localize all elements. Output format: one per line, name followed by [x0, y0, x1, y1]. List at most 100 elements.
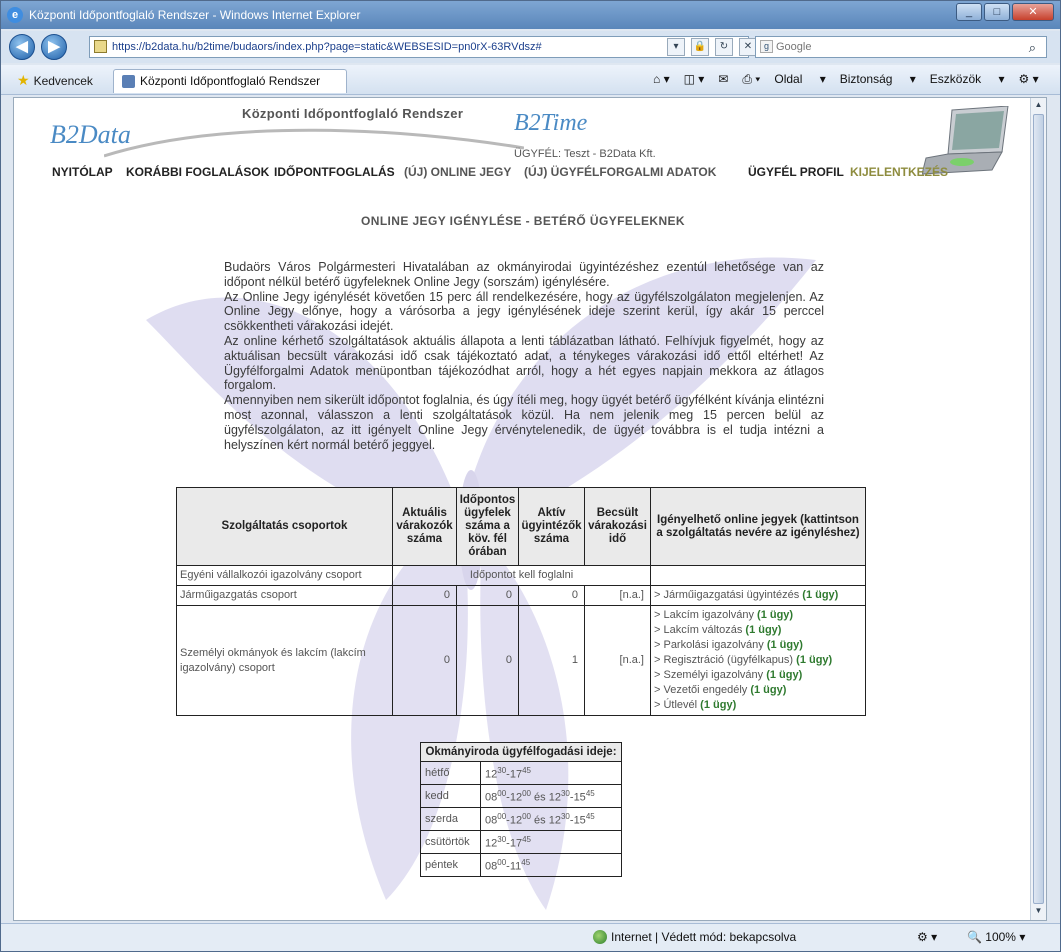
dropdown-arrow-icon[interactable]: ▾ — [667, 38, 685, 56]
lock-icon[interactable]: 🔒 — [691, 38, 709, 56]
page-title: ONLINE JEGY IGÉNYLÉSE - BETÉRŐ ÜGYFELEKN… — [361, 214, 685, 228]
mail-icon[interactable]: ✉ — [718, 72, 728, 87]
star-icon: ★ — [17, 72, 30, 88]
nav-history[interactable]: KORÁBBI FOGLALÁSOK — [126, 165, 269, 179]
browser-window: e Központi Időpontfoglaló Rendszer - Win… — [0, 0, 1061, 952]
nav-logout[interactable]: KIJELENTKEZÉS — [850, 165, 948, 179]
globe-icon — [593, 930, 607, 944]
scroll-up-icon[interactable]: ▲ — [1033, 100, 1044, 112]
column-header: Becsült várakozási idő — [584, 487, 651, 566]
feeds-icon[interactable]: ◫ ▾ — [684, 72, 705, 87]
refresh-icon[interactable]: ↻ — [715, 38, 733, 56]
forward-button[interactable]: ▶ — [41, 34, 67, 60]
window-title: Központi Időpontfoglaló Rendszer - Windo… — [29, 8, 361, 22]
client-name: ÜGYFÉL: Teszt - B2Data Kft. — [514, 148, 656, 160]
security-zone[interactable]: Internet | Védett mód: bekapcsolva — [593, 930, 796, 944]
address-input[interactable]: https://b2data.hu/b2time/budaors/index.p… — [89, 36, 749, 58]
waiting-count: 0 — [392, 585, 457, 606]
b2time-logo: B2Time — [514, 110, 588, 136]
intro-paragraph: Az online kérhető szolgáltatások aktuáli… — [224, 333, 824, 393]
service-group: Egyéni vállalkozói igazolvány csoport — [176, 565, 393, 586]
office-hours-title: Okmányiroda ügyfélfogadási ideje: — [420, 742, 622, 762]
ticket-link[interactable]: > Lakcím igazolvány (1 ügy) — [654, 608, 862, 623]
scrollbar-thumb[interactable] — [1033, 114, 1044, 904]
table-row: Személyi okmányok és lakcím (lakcím igaz… — [176, 605, 866, 716]
opening-hours: 0800-1145 — [480, 853, 622, 877]
opening-hours: 1230-1745 — [480, 761, 622, 785]
office-hours-table: Okmányiroda ügyfélfogadási ideje: hétfő … — [420, 742, 622, 877]
active-count: 1 — [518, 605, 585, 716]
ticket-links: > Lakcím igazolvány (1 ügy) > Lakcím vál… — [650, 605, 866, 716]
favorites-button[interactable]: ★ Kedvencek — [17, 72, 93, 89]
header-swoosh-icon — [104, 128, 524, 158]
page-viewport: Központi Időpontfoglaló Rendszer B2Data … — [13, 97, 1047, 921]
protected-mode-icon[interactable]: ⚙ ▾ — [917, 930, 937, 944]
scroll-down-icon[interactable]: ▼ — [1033, 906, 1044, 918]
active-count: 0 — [518, 585, 585, 606]
day-name: kedd — [420, 784, 481, 808]
close-button[interactable]: ✕ — [1012, 3, 1054, 21]
address-bar-area: ◀ ▶ https://b2data.hu/b2time/budaors/ind… — [1, 31, 1060, 63]
back-button[interactable]: ◀ — [9, 34, 35, 60]
booked-count: 0 — [456, 585, 519, 606]
tab-favicon-icon — [122, 75, 135, 88]
table-row: Járműigazgatás csoport 0 0 0 [n.a.] > Já… — [176, 585, 866, 606]
ticket-link[interactable]: > Regisztráció (ügyfélkapus) (1 ügy) — [654, 653, 862, 668]
table-row: csütörtök 1230-1745 — [420, 830, 622, 854]
table-row: péntek 0800-1145 — [420, 853, 622, 877]
ticket-link[interactable]: > Vezetői engedély (1 ügy) — [654, 683, 862, 698]
column-header: Aktuális várakozók száma — [392, 487, 457, 566]
ticket-link[interactable]: > Parkolási igazolvány (1 ügy) — [654, 638, 862, 653]
maximize-button[interactable]: □ — [984, 3, 1010, 21]
column-header: Időpontos ügyfelek száma a köv. fél óráb… — [456, 487, 519, 566]
print-icon[interactable]: ⎙ ▾ — [742, 72, 760, 87]
tools-menu[interactable]: Eszközök ▾ — [930, 72, 1005, 87]
nav-traffic-data[interactable]: (ÚJ) ÜGYFÉLFORGALMI ADATOK — [524, 165, 716, 179]
page-menu[interactable]: Oldal ▾ — [774, 72, 825, 87]
home-icon[interactable]: ⌂ ▾ — [653, 72, 670, 87]
command-bar: ★ Kedvencek Központi Időpontfoglaló Rends… — [1, 65, 1060, 95]
ticket-link[interactable]: > Lakcím változás (1 ügy) — [654, 623, 862, 638]
table-row: szerda 0800-1200 és 1230-1545 — [420, 807, 622, 831]
nav-home[interactable]: NYITÓLAP — [52, 165, 113, 179]
intro-paragraph: Az Online Jegy igénylését követően 15 pe… — [224, 289, 824, 334]
tab-active[interactable]: Központi Időpontfoglaló Rendszer — [113, 69, 347, 93]
zoom-level[interactable]: 🔍 100% ▾ — [967, 930, 1025, 944]
table-row: hétfő 1230-1745 — [420, 761, 622, 785]
opening-hours: 0800-1200 és 1230-1545 — [480, 784, 622, 808]
status-bar: Internet | Védett mód: bekapcsolva ⚙ ▾ 🔍… — [1, 923, 1060, 951]
day-name: szerda — [420, 807, 481, 831]
opening-hours: 1230-1745 — [480, 830, 622, 854]
ticket-link[interactable]: > Személyi igazolvány (1 ügy) — [654, 668, 862, 683]
intro-text: Budaörs Város Polgármesteri Hivatalában … — [224, 260, 824, 452]
nav-profile[interactable]: ÜGYFÉL PROFIL — [748, 165, 844, 179]
day-name: péntek — [420, 853, 481, 877]
minimize-button[interactable]: _ — [956, 3, 982, 21]
page-icon — [94, 40, 107, 53]
service-group: Személyi okmányok és lakcím (lakcím igaz… — [176, 605, 393, 716]
ie-icon: e — [7, 7, 23, 23]
nav-booking[interactable]: IDŐPONTFOGLALÁS — [274, 165, 395, 179]
column-header: Szolgáltatás csoportok — [176, 487, 393, 566]
intro-paragraph: Amennyiben nem sikerült időpontot foglal… — [224, 393, 824, 452]
waiting-count: 0 — [392, 605, 457, 716]
booking-required-note: Időpontot kell foglalni — [392, 565, 651, 586]
nav-online-ticket[interactable]: (ÚJ) ONLINE JEGY — [404, 165, 511, 179]
security-menu[interactable]: Biztonság ▾ — [840, 72, 916, 87]
google-icon: g — [760, 40, 773, 53]
ticket-link[interactable]: > Járműigazgatási ügyintézés (1 ügy) — [650, 585, 866, 606]
intro-paragraph: Budaörs Város Polgármesteri Hivatalában … — [224, 260, 824, 289]
service-table: Szolgáltatás csoportok Aktuális várakozó… — [176, 487, 866, 716]
ticket-link[interactable]: > Útlevél (1 ügy) — [654, 698, 862, 713]
column-header: Igényelhető online jegyek (kattintson a … — [650, 487, 866, 566]
help-icon[interactable]: ⚙ ▾ — [1019, 72, 1039, 87]
search-input[interactable]: g Google ⌕ — [755, 36, 1047, 58]
search-icon[interactable]: ⌕ — [1029, 38, 1036, 58]
opening-hours: 0800-1200 és 1230-1545 — [480, 807, 622, 831]
title-bar: e Központi Időpontfoglaló Rendszer - Win… — [1, 1, 1060, 29]
table-row: Egyéni vállalkozói igazolvány csoport Id… — [176, 565, 866, 586]
column-header: Aktív ügyintézők száma — [518, 487, 585, 566]
day-name: hétfő — [420, 761, 481, 785]
estimated-wait: [n.a.] — [584, 605, 651, 716]
vertical-scrollbar[interactable]: ▲ ▼ — [1030, 98, 1046, 920]
